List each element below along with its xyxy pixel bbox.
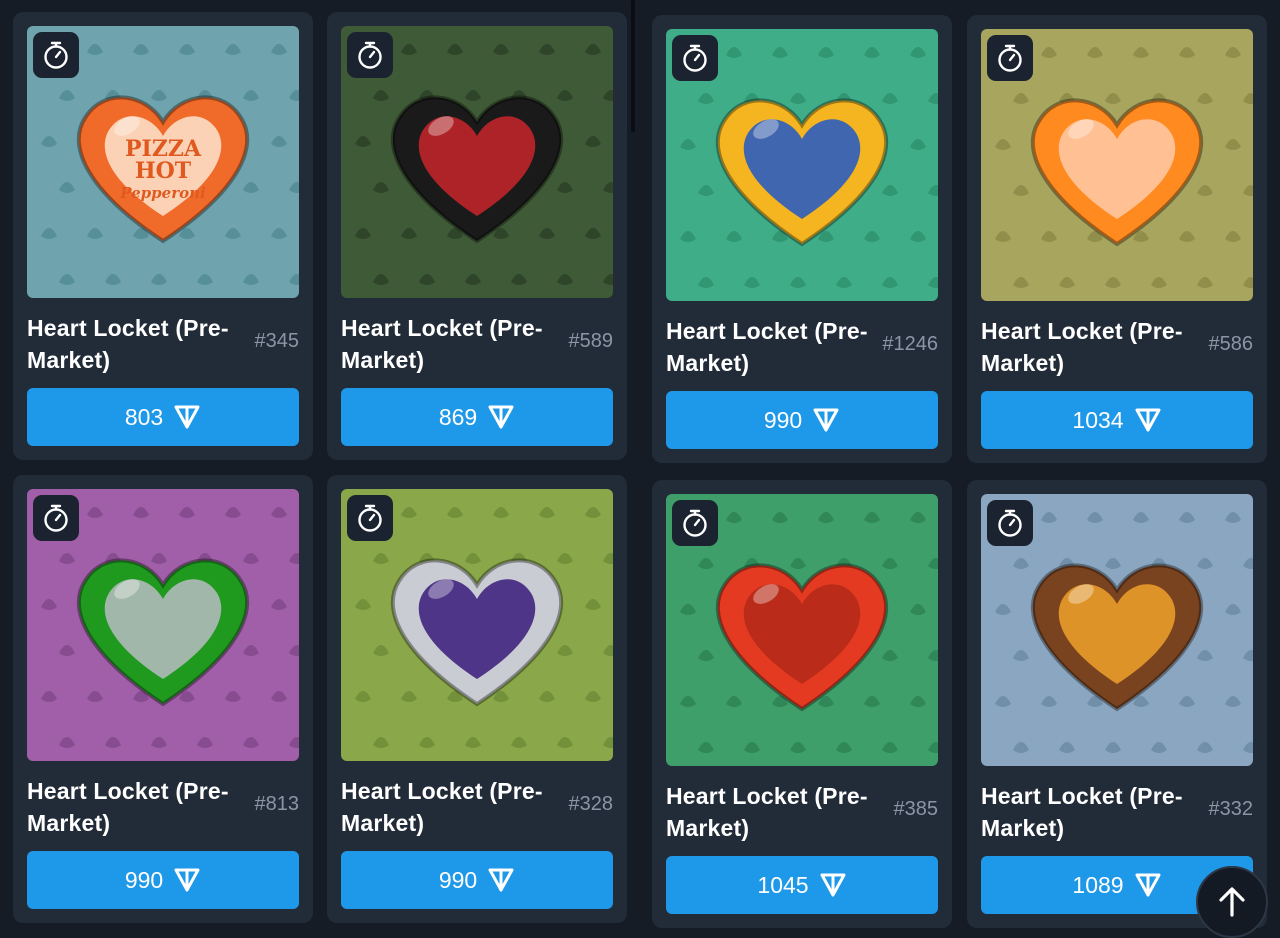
gift-card[interactable]: Heart Locket (Pre-Market) #589 869 — [327, 12, 627, 460]
currency-icon — [487, 867, 515, 893]
gift-title: Heart Locket (Pre-Market) — [981, 318, 1183, 376]
price-label: 990 — [438, 866, 478, 893]
price-label: 990 — [124, 866, 164, 893]
stopwatch-icon — [44, 41, 68, 69]
gift-artwork[interactable] — [341, 489, 613, 761]
gift-card[interactable]: Heart Locket (Pre-Market) #385 1045 — [652, 480, 952, 928]
gift-card[interactable]: PIZZA HOT Pepperoni Heart Locket (Pre-Marke… — [13, 12, 313, 460]
heart-label-line: Pepperoni — [120, 184, 206, 202]
arrow-up-icon — [1219, 887, 1245, 917]
gift-number: #586 — [1208, 333, 1254, 355]
gift-title: Heart Locket (Pre-Market) — [666, 783, 868, 841]
gift-title: Heart Locket (Pre-Market) — [981, 783, 1183, 841]
ton-diamond-icon — [1135, 873, 1161, 897]
timer-badge — [33, 32, 79, 78]
scroll-to-top-button[interactable] — [1196, 866, 1268, 938]
stopwatch-icon — [683, 509, 707, 537]
stopwatch-icon — [44, 504, 68, 532]
price-label: 1045 — [757, 871, 809, 898]
gift-card[interactable]: Heart Locket (Pre-Market) #813 990 — [13, 475, 313, 923]
ton-diamond-icon — [813, 408, 839, 432]
currency-icon — [819, 872, 847, 898]
gift-title: Heart Locket (Pre-Market) — [27, 315, 229, 373]
stopwatch-icon — [998, 509, 1022, 537]
timer-badge — [33, 495, 79, 541]
buy-button[interactable]: 990 — [341, 851, 613, 909]
timer-badge — [672, 35, 718, 81]
ton-diamond-icon — [174, 405, 200, 429]
ton-diamond-icon — [820, 873, 846, 897]
buy-button[interactable]: 990 — [27, 851, 299, 909]
gift-card[interactable]: Heart Locket (Pre-Market) #328 990 — [327, 475, 627, 923]
buy-button[interactable]: 990 — [666, 391, 938, 449]
price-label: 1034 — [1072, 406, 1124, 433]
currency-icon — [487, 404, 515, 430]
timer-badge — [347, 32, 393, 78]
price-label: 1089 — [1072, 871, 1124, 898]
gift-artwork[interactable] — [981, 29, 1253, 301]
buy-button[interactable]: 1034 — [981, 391, 1253, 449]
gift-artwork[interactable] — [981, 494, 1253, 766]
gift-title: Heart Locket (Pre-Market) — [27, 778, 229, 836]
buy-button[interactable]: 803 — [27, 388, 299, 446]
gift-artwork[interactable] — [666, 494, 938, 766]
currency-icon — [812, 407, 840, 433]
stopwatch-icon — [358, 504, 382, 532]
column-divider — [631, 0, 635, 132]
ton-diamond-icon — [1135, 408, 1161, 432]
gift-number: #813 — [254, 793, 300, 815]
gift-card[interactable]: Heart Locket (Pre-Market) #1246 990 — [652, 15, 952, 463]
price-label: 990 — [763, 406, 803, 433]
gift-artwork[interactable]: PIZZA HOT Pepperoni — [27, 26, 299, 298]
gift-title: Heart Locket (Pre-Market) — [341, 315, 543, 373]
gift-number: #589 — [568, 330, 614, 352]
gift-title: Heart Locket (Pre-Market) — [666, 318, 868, 376]
price-label: 803 — [124, 403, 164, 430]
buy-button[interactable]: 869 — [341, 388, 613, 446]
gift-number: #332 — [1208, 798, 1254, 820]
currency-icon — [173, 867, 201, 893]
stopwatch-icon — [998, 44, 1022, 72]
price-label: 869 — [438, 403, 478, 430]
gift-title: Heart Locket (Pre-Market) — [341, 778, 543, 836]
gift-card[interactable]: Heart Locket (Pre-Market) #586 1034 — [967, 15, 1267, 463]
gift-number: #328 — [568, 793, 614, 815]
gift-number: #345 — [254, 330, 300, 352]
timer-badge — [347, 495, 393, 541]
timer-badge — [987, 35, 1033, 81]
currency-icon — [173, 404, 201, 430]
timer-badge — [672, 500, 718, 546]
gift-number: #1246 — [882, 333, 938, 355]
heart-label-line: HOT — [134, 158, 192, 184]
timer-badge — [987, 500, 1033, 546]
stopwatch-icon — [358, 41, 382, 69]
heart-label-line: PIZZA — [124, 136, 202, 162]
gift-artwork[interactable] — [666, 29, 938, 301]
currency-icon — [1134, 872, 1162, 898]
ton-diamond-icon — [488, 868, 514, 892]
stopwatch-icon — [683, 44, 707, 72]
currency-icon — [1134, 407, 1162, 433]
gift-number: #385 — [893, 798, 939, 820]
gift-artwork[interactable] — [27, 489, 299, 761]
gift-artwork[interactable] — [341, 26, 613, 298]
ton-diamond-icon — [174, 868, 200, 892]
ton-diamond-icon — [488, 405, 514, 429]
heart-label: PIZZA HOT Pepperoni — [27, 138, 299, 204]
gift-card[interactable]: Heart Locket (Pre-Market) #332 1089 — [967, 480, 1267, 928]
buy-button[interactable]: 1045 — [666, 856, 938, 914]
